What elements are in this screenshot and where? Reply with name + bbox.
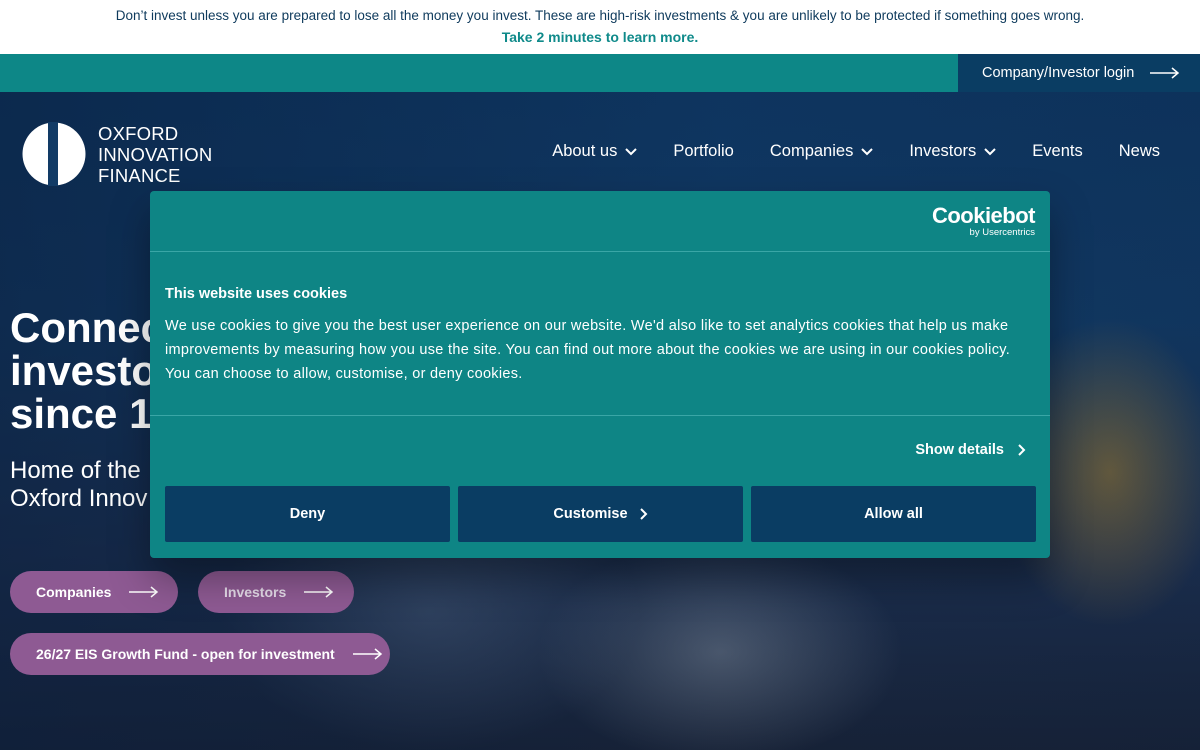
chevron-right-icon bbox=[639, 508, 647, 520]
arrow-right-icon bbox=[1150, 67, 1180, 79]
utility-bar: Company/Investor login bbox=[0, 54, 1200, 92]
button-label: Investors bbox=[224, 584, 287, 600]
login-label: Company/Investor login bbox=[982, 65, 1135, 81]
nav-about-us[interactable]: About us bbox=[552, 142, 638, 161]
deny-button[interactable]: Deny bbox=[165, 486, 450, 542]
button-label: Allow all bbox=[864, 506, 923, 522]
logo-wordmark: OXFORD INNOVATION FINANCE bbox=[98, 123, 212, 186]
show-details-label: Show details bbox=[915, 442, 1004, 458]
logo-line-innovation: INNOVATION bbox=[98, 143, 213, 165]
nav-events[interactable]: Events bbox=[1032, 142, 1082, 161]
arrow-right-icon bbox=[129, 586, 159, 598]
main-nav: About us Portfolio Companies Investors E… bbox=[516, 142, 1160, 161]
nav-investors[interactable]: Investors bbox=[909, 142, 996, 161]
company-investor-login-button[interactable]: Company/Investor login bbox=[958, 54, 1200, 92]
arrow-right-icon bbox=[352, 648, 382, 660]
nav-label: Portfolio bbox=[673, 142, 734, 160]
learn-more-link[interactable]: Take 2 minutes to learn more. bbox=[0, 29, 1200, 45]
cookie-dialog-text: We use cookies to give you the best user… bbox=[165, 318, 1011, 382]
button-label: Customise bbox=[553, 506, 628, 522]
hero-subtitle-line: Home of the bbox=[10, 457, 141, 484]
logo-line-finance: FINANCE bbox=[98, 164, 181, 186]
site-logo[interactable]: OXFORD INNOVATION FINANCE bbox=[20, 122, 212, 186]
logo-line-oxford: OXFORD bbox=[98, 122, 179, 144]
companies-button[interactable]: Companies bbox=[10, 571, 178, 613]
eis-growth-fund-button[interactable]: 26/27 EIS Growth Fund - open for investm… bbox=[10, 633, 390, 675]
cookiebot-brand: Cookiebot bbox=[931, 203, 1036, 228]
cookie-button-row: Deny Customise Allow all bbox=[165, 486, 1036, 542]
cookiebot-logo[interactable]: Cookiebot by Usercentrics bbox=[931, 203, 1036, 239]
customise-button[interactable]: Customise bbox=[458, 486, 743, 542]
cookie-details-row: Show details bbox=[150, 416, 1050, 486]
nav-label: Companies bbox=[769, 142, 854, 160]
chevron-right-icon bbox=[1018, 444, 1026, 456]
button-label: Companies bbox=[36, 584, 112, 600]
nav-label: About us bbox=[552, 142, 618, 160]
button-label: 26/27 EIS Growth Fund - open for investm… bbox=[36, 646, 335, 662]
nav-label: Investors bbox=[909, 142, 977, 160]
nav-portfolio[interactable]: Portfolio bbox=[673, 142, 734, 161]
chevron-down-icon bbox=[625, 147, 638, 155]
cookie-consent-dialog: Cookiebot by Usercentrics This website u… bbox=[150, 191, 1050, 558]
hero-subtitle: Home of the Oxford Innov bbox=[10, 457, 147, 513]
allow-all-button[interactable]: Allow all bbox=[751, 486, 1036, 542]
cookie-dialog-header: Cookiebot by Usercentrics bbox=[150, 191, 1050, 252]
investors-button[interactable]: Investors bbox=[198, 571, 354, 613]
nav-label: Events bbox=[1032, 142, 1083, 160]
risk-warning-text: Don’t invest unless you are prepared to … bbox=[115, 8, 1085, 23]
nav-label: News bbox=[1118, 142, 1160, 160]
cookie-dialog-title: This website uses cookies bbox=[165, 286, 348, 302]
nav-news[interactable]: News bbox=[1119, 142, 1160, 161]
cookie-dialog-body: This website uses cookies We use cookies… bbox=[150, 252, 1050, 416]
chevron-down-icon bbox=[861, 147, 874, 155]
hero-subtitle-line: Oxford Innov bbox=[10, 485, 148, 512]
risk-warning-banner: Don’t invest unless you are prepared to … bbox=[0, 0, 1200, 54]
cookiebot-brand-sub: by Usercentrics bbox=[969, 227, 1035, 238]
nav-companies[interactable]: Companies bbox=[769, 142, 874, 161]
chevron-down-icon bbox=[984, 147, 996, 155]
logo-mark-icon bbox=[22, 122, 86, 186]
button-label: Deny bbox=[289, 506, 326, 522]
arrow-right-icon bbox=[304, 586, 334, 598]
show-details-link[interactable]: Show details bbox=[915, 442, 1026, 458]
